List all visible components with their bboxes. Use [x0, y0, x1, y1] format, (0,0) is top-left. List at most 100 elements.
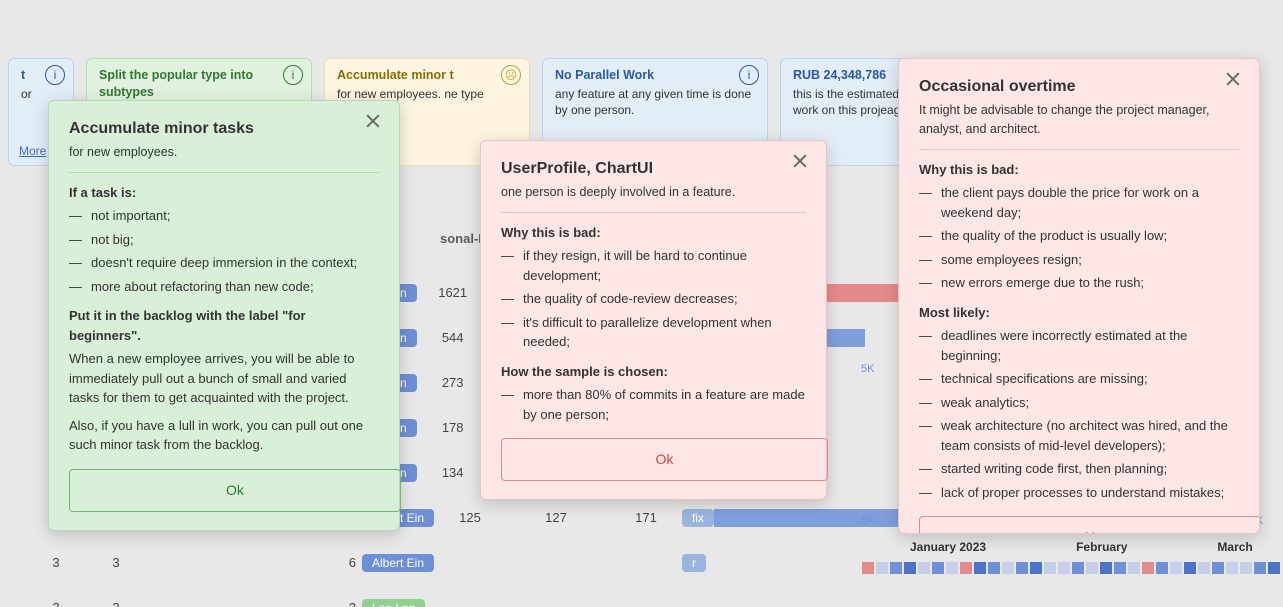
card-subtitle: any feature at any given time is done by… [555, 86, 755, 118]
heatmap-day[interactable] [1170, 562, 1182, 574]
list-item: it's difficult to parallelize developmen… [501, 313, 806, 352]
heatmap-day[interactable] [1100, 562, 1112, 574]
list-item: the quality of code-review decreases; [501, 289, 806, 309]
month-label: January 2023 [910, 540, 986, 554]
heatmap-day[interactable] [1114, 562, 1126, 574]
axis-label-5k: .5K [858, 515, 875, 527]
heatmap-calendar [862, 562, 1280, 574]
heatmap-day[interactable] [1184, 562, 1196, 574]
section-heading: Why this is bad: [919, 160, 1239, 180]
why-bad-list: the client pays double the price for wor… [919, 183, 1239, 293]
heatmap-day[interactable] [960, 562, 972, 574]
info-icon: ☹ [501, 65, 521, 85]
heatmap-day[interactable] [1156, 562, 1168, 574]
close-icon[interactable] [1223, 69, 1247, 93]
info-icon: i [45, 65, 65, 85]
card-title: No Parallel Work [555, 67, 755, 84]
ok-button[interactable]: Ok [69, 469, 401, 512]
list-item: weak architecture (no architect was hire… [919, 416, 1239, 455]
heatmap-day[interactable] [932, 562, 944, 574]
heatmap-day[interactable] [946, 562, 958, 574]
cell: 2 [26, 600, 86, 607]
list-item: some employees resign; [919, 250, 1239, 270]
cell: 178 [423, 420, 483, 435]
heatmap-day[interactable] [890, 562, 902, 574]
heatmap-day[interactable] [988, 562, 1000, 574]
ok-button[interactable]: Ok [919, 516, 1260, 534]
cell: 171 [616, 510, 676, 525]
heatmap-day[interactable] [918, 562, 930, 574]
overtime-modal: Occasional overtime It might be advisabl… [898, 58, 1260, 534]
month-label: February [1076, 540, 1127, 554]
criteria-list: not important;not big;doesn't require de… [69, 206, 379, 296]
table-row: 222Leo Lan [0, 585, 1283, 607]
heatmap-day[interactable] [1058, 562, 1070, 574]
list-item: deadlines were incorrectly estimated at … [919, 326, 1239, 365]
tag-pill[interactable]: fix [682, 509, 714, 527]
cell: 273 [423, 375, 483, 390]
list-item: technical specifications are missing; [919, 369, 1239, 389]
section-heading: If a task is: [69, 183, 379, 203]
list-item: more than 80% of commits in a feature ar… [501, 385, 806, 424]
heatmap-day[interactable] [1254, 562, 1266, 574]
cell: 544 [423, 330, 483, 345]
heatmap-day[interactable] [1044, 562, 1056, 574]
sample-list: more than 80% of commits in a feature ar… [501, 385, 806, 424]
list-item: the client pays double the price for wor… [919, 183, 1239, 222]
heatmap-day[interactable] [1268, 562, 1280, 574]
heatmap-day[interactable] [1212, 562, 1224, 574]
heatmap-day[interactable] [974, 562, 986, 574]
more-link[interactable]: More [19, 143, 46, 159]
heatmap-day[interactable] [1002, 562, 1014, 574]
modal-title: Occasional overtime [919, 75, 1239, 99]
modal-title: Accumulate minor tasks [69, 117, 379, 141]
heatmap-day[interactable] [862, 562, 874, 574]
author-pill[interactable]: Leo Lan [362, 599, 425, 607]
cell: 127 [526, 510, 586, 525]
heatmap-day[interactable] [1016, 562, 1028, 574]
most-likely-list: deadlines were incorrectly estimated at … [919, 326, 1239, 502]
heatmap-day[interactable] [1198, 562, 1210, 574]
paragraph: When a new employee arrives, you will be… [69, 349, 379, 408]
heatmap-day[interactable] [1072, 562, 1084, 574]
close-icon[interactable] [363, 111, 387, 135]
card-title: Accumulate minor t [337, 67, 517, 84]
author-pill[interactable]: Albert Ein [362, 554, 434, 572]
heatmap-day[interactable] [1226, 562, 1238, 574]
ok-button[interactable]: Ok [501, 438, 828, 481]
close-icon[interactable] [790, 151, 814, 175]
list-item: doesn't require deep immersion in the co… [69, 253, 379, 273]
heatmap-day[interactable] [876, 562, 888, 574]
heatmap-day[interactable] [1240, 562, 1252, 574]
cell: 134 [423, 465, 483, 480]
section-heading: How the sample is chosen: [501, 362, 806, 382]
cell: 2 [86, 600, 146, 607]
cell: 2 [316, 600, 356, 607]
modal-subtitle: It might be advisable to change the proj… [919, 101, 1239, 139]
heatmap-day[interactable] [1128, 562, 1140, 574]
info-icon: i [739, 65, 759, 85]
list-item: new errors emerge due to the rush; [919, 273, 1239, 293]
tag-pill[interactable]: r [682, 554, 706, 572]
list-item: weak analytics; [919, 393, 1239, 413]
cell: 3 [86, 555, 146, 570]
list-item: more about refactoring than new code; [69, 277, 379, 297]
accumulate-tasks-modal: Accumulate minor tasks for new employees… [48, 100, 400, 531]
paragraph: Also, if you have a lull in work, you ca… [69, 416, 379, 455]
month-labels: January 2023 February March [910, 540, 1253, 554]
axis-label-5k: 5K [861, 363, 874, 375]
heatmap-day[interactable] [1086, 562, 1098, 574]
heatmap-day[interactable] [904, 562, 916, 574]
list-item: started writing code first, then plannin… [919, 459, 1239, 479]
month-label: March [1217, 540, 1252, 554]
cell: 125 [440, 510, 500, 525]
heatmap-day[interactable] [1030, 562, 1042, 574]
modal-subtitle: one person is deeply involved in a featu… [501, 183, 806, 202]
userprofile-modal: UserProfile, ChartUI one person is deepl… [480, 140, 827, 500]
section-heading: Most likely: [919, 303, 1239, 323]
info-icon: i [283, 65, 303, 85]
list-item: the quality of the product is usually lo… [919, 226, 1239, 246]
why-bad-list: if they resign, it will be hard to conti… [501, 246, 806, 352]
cell: 1621 [423, 285, 483, 300]
heatmap-day[interactable] [1142, 562, 1154, 574]
